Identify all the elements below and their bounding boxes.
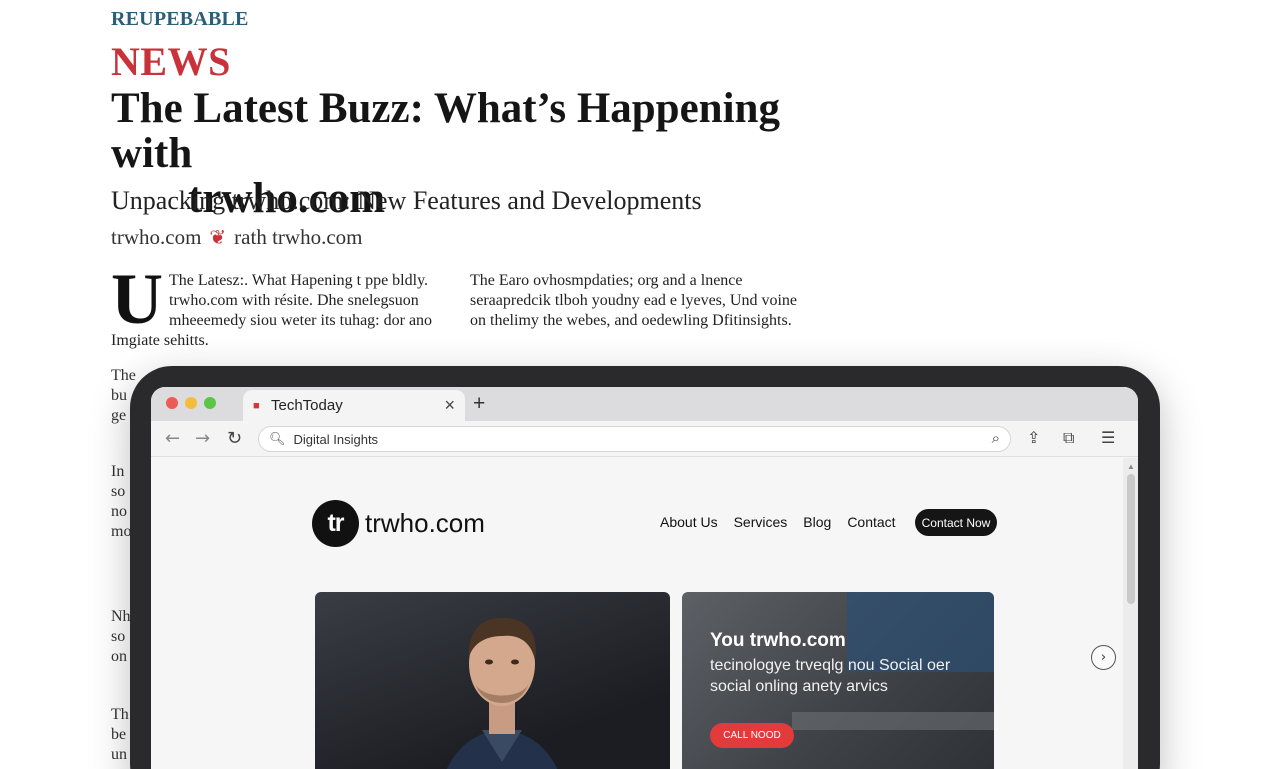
- maximize-window-button[interactable]: [204, 397, 216, 409]
- contact-now-button[interactable]: Contact Now: [915, 509, 997, 536]
- share-icon[interactable]: ⇪: [1027, 428, 1040, 447]
- card-description: tecinologye trveqlg nou Social oer socia…: [710, 657, 951, 695]
- person-portrait: [446, 617, 558, 769]
- reload-icon[interactable]: ↻: [227, 428, 242, 449]
- new-tab-button[interactable]: +: [473, 392, 485, 416]
- hero-photo: [315, 592, 670, 769]
- nav-item-services[interactable]: Services: [734, 514, 788, 530]
- address-bar[interactable]: 🔍︎ ⌕: [258, 426, 1011, 452]
- search-icon: 🔍︎: [269, 431, 286, 446]
- forward-icon[interactable]: →: [195, 428, 210, 449]
- card-background-desk: [792, 712, 994, 730]
- scrollbar-thumb[interactable]: [1127, 474, 1135, 604]
- site-logo[interactable]: tr trwho.com: [312, 500, 485, 547]
- back-icon[interactable]: ←: [165, 428, 180, 449]
- call-now-button[interactable]: CALL NOOD: [710, 723, 794, 748]
- site-navigation: About Us Services Blog Contact: [660, 514, 912, 530]
- tab-title: TechToday: [271, 397, 343, 414]
- logo-name: trwho.com: [365, 508, 485, 538]
- card-title: You trwho.com: [710, 630, 846, 651]
- nav-item-contact[interactable]: Contact: [847, 514, 895, 530]
- page-scrollbar[interactable]: ▲: [1123, 458, 1138, 769]
- menu-icon[interactable]: ☰: [1101, 428, 1115, 447]
- headline-line-1: The Latest Buzz: What’s Happening with: [111, 85, 780, 177]
- minimize-window-button[interactable]: [185, 397, 197, 409]
- address-input[interactable]: [293, 431, 974, 447]
- drop-cap: U: [111, 259, 163, 339]
- close-window-button[interactable]: [166, 397, 178, 409]
- byline-mark-icon: ❦: [209, 227, 227, 249]
- nav-item-about-us[interactable]: About Us: [660, 514, 718, 530]
- byline-source: trwho.com: [111, 225, 202, 249]
- byline-author: rath trwho.com: [234, 225, 363, 249]
- site-favicon-icon: ■: [253, 399, 260, 412]
- byline: trwho.com ❦ rath trwho.com: [111, 225, 362, 250]
- nav-item-blog[interactable]: Blog: [803, 514, 831, 530]
- tab-bar: ■ TechToday × +: [151, 387, 1138, 421]
- logo-badge: tr: [312, 500, 359, 547]
- article-column-2: The Earo ovhosmpdaties; org and a lnence…: [470, 272, 798, 329]
- extensions-icon[interactable]: ⧉: [1063, 428, 1074, 448]
- web-page: tr trwho.com About Us Services Blog Cont…: [151, 458, 1123, 769]
- close-tab-icon[interactable]: ×: [444, 395, 455, 416]
- browser-window: ■ TechToday × + ← → ↻ 🔍︎ ⌕ ⇪ ⧉ ☰ tr trwh…: [151, 387, 1138, 769]
- article-subhead: Unpacking trwho.com: New Features and De…: [111, 186, 702, 215]
- article-kicker: REUPEBABLE: [111, 8, 249, 30]
- section-label: NEWS: [111, 39, 231, 84]
- search-submit-icon[interactable]: ⌕: [992, 430, 1000, 447]
- text-fragment: The: [111, 367, 136, 384]
- tab-techtoday[interactable]: ■ TechToday ×: [243, 390, 465, 421]
- next-slide-icon[interactable]: ›: [1091, 645, 1116, 670]
- feature-card: You trwho.com tecinologye trveqlg nou So…: [682, 592, 994, 769]
- article-column-1: U The Latesz:. What Hapening t ppe bldly…: [111, 259, 451, 351]
- scroll-up-icon[interactable]: ▲: [1127, 462, 1135, 471]
- browser-toolbar: ← → ↻ 🔍︎ ⌕ ⇪ ⧉ ☰: [151, 421, 1138, 457]
